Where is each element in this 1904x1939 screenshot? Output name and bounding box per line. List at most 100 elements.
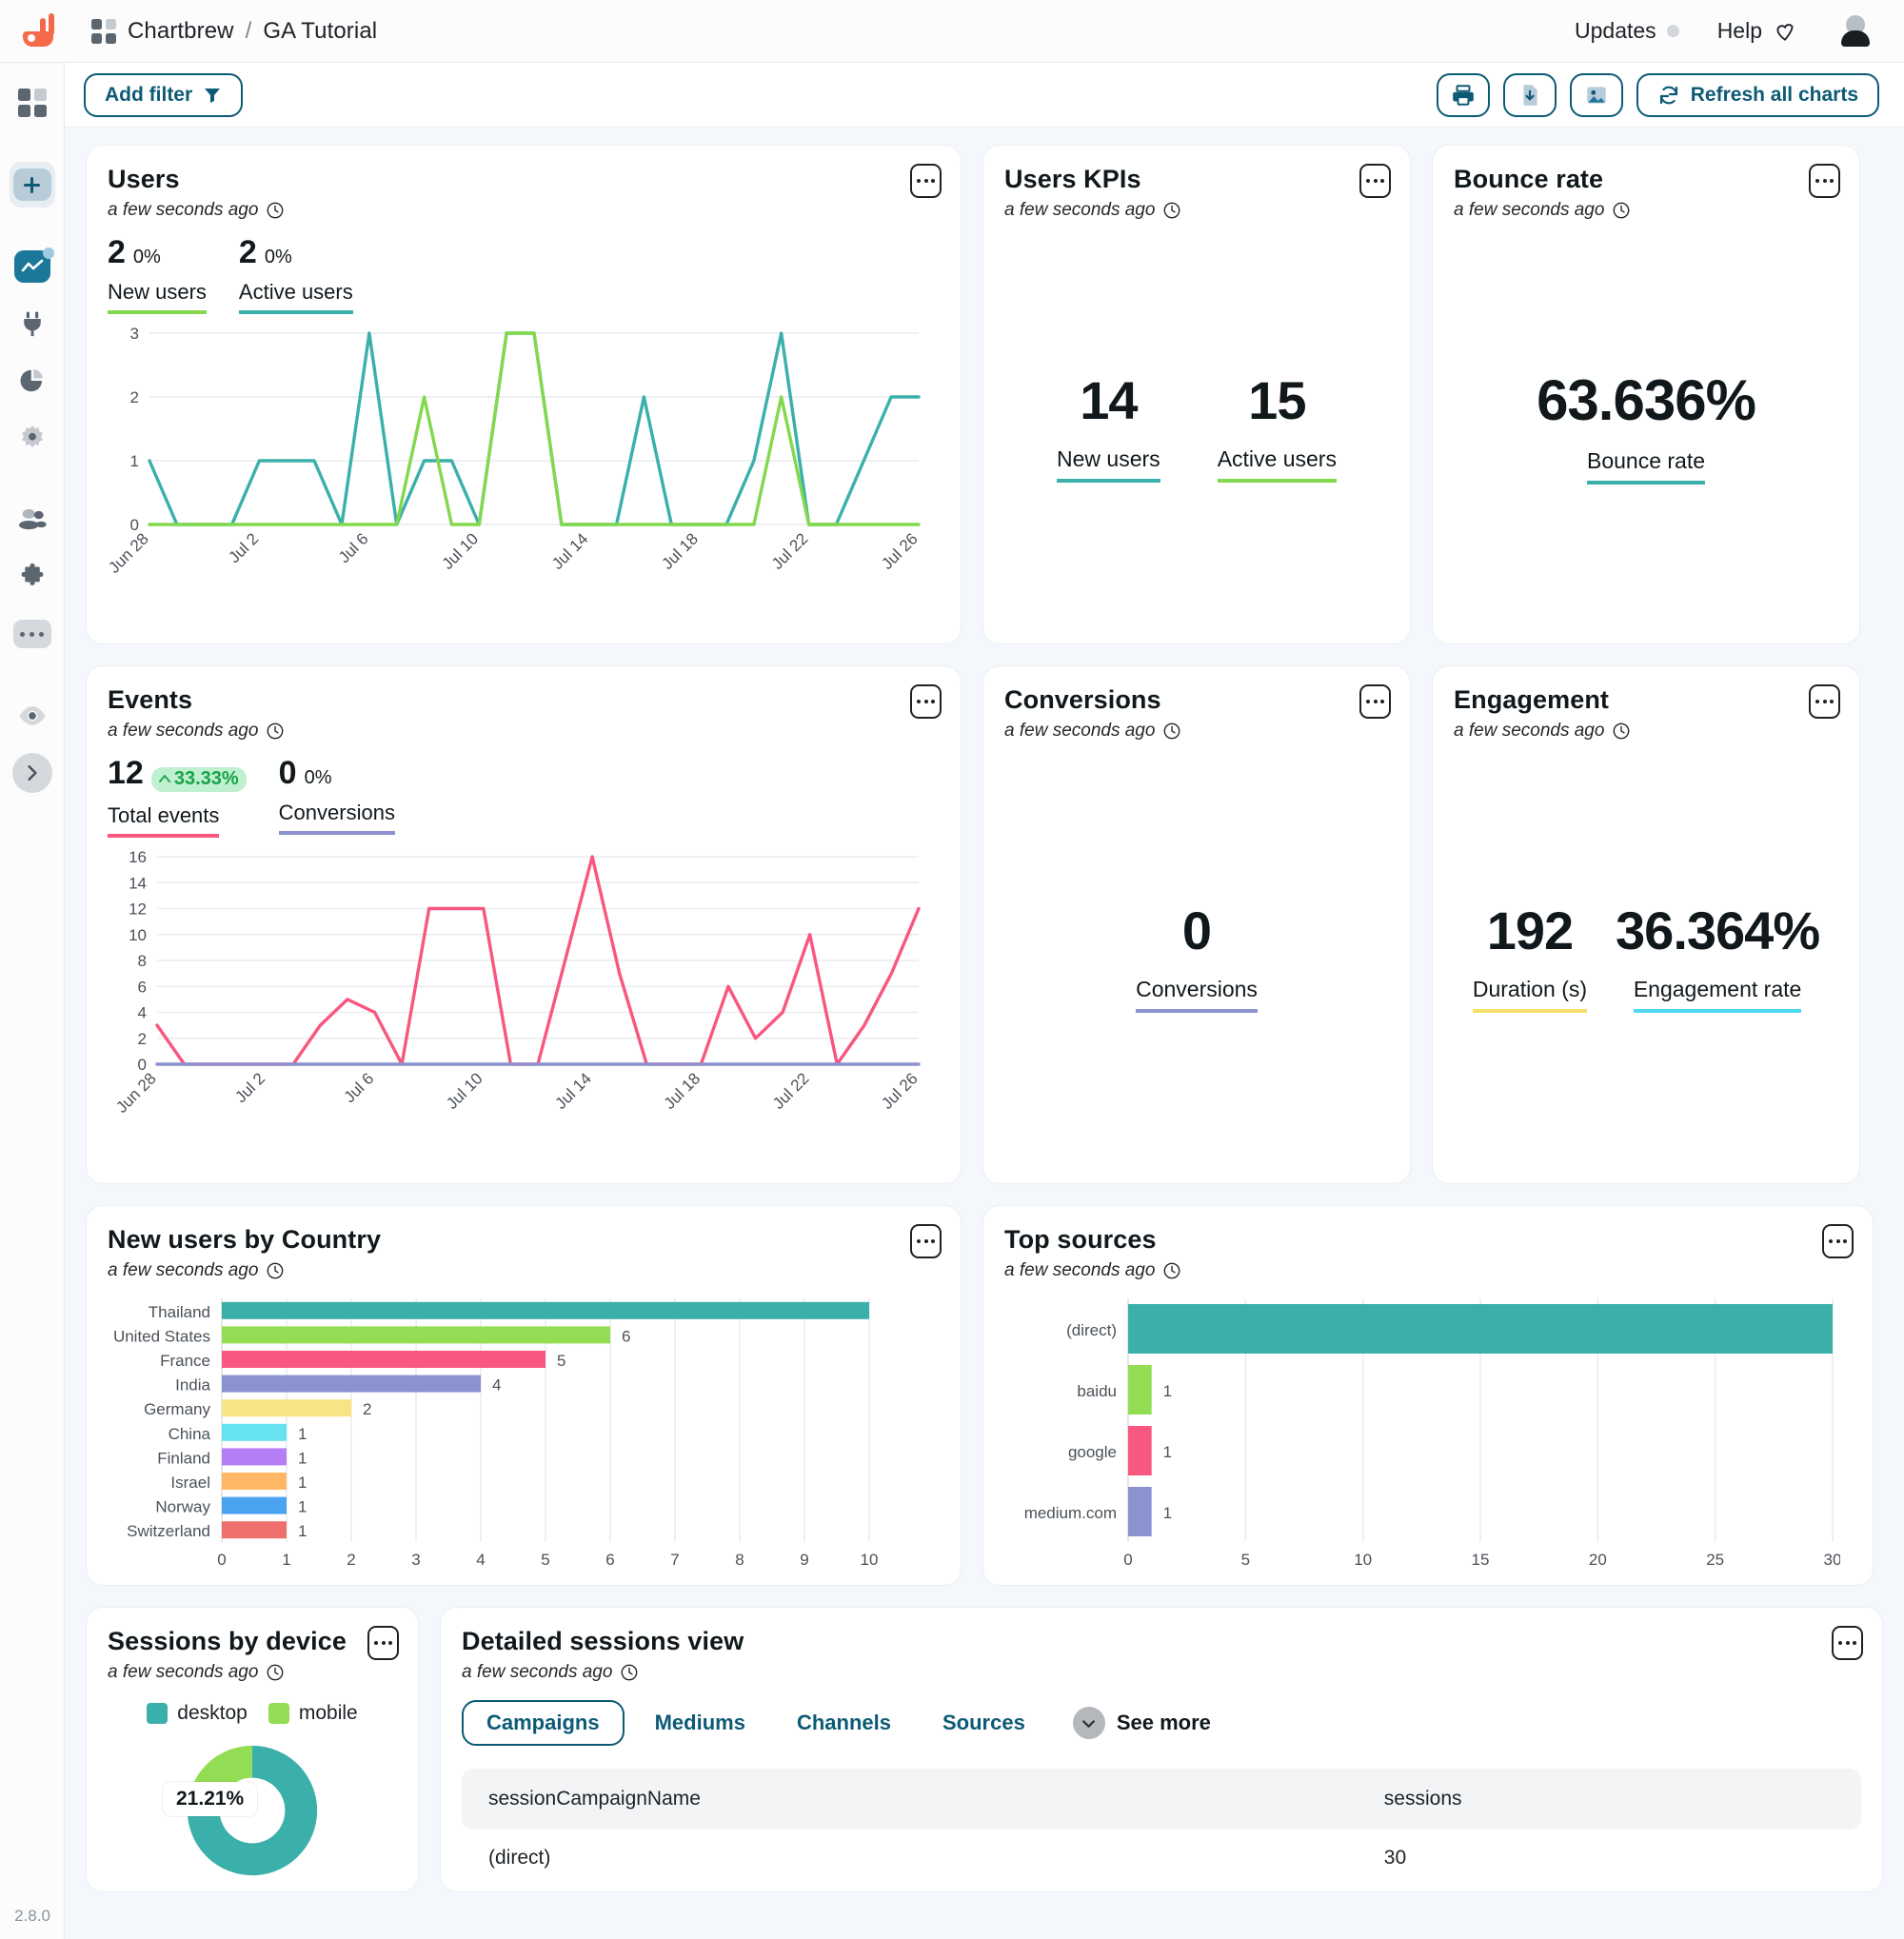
card-menu-button[interactable] xyxy=(367,1626,399,1660)
card-menu-button[interactable] xyxy=(910,684,942,719)
card-timestamp: a few seconds ago xyxy=(1004,721,1389,742)
users-line-chart[interactable]: 0123Jun 28Jul 2Jul 6Jul 10Jul 14Jul 18Ju… xyxy=(108,326,940,592)
updates-link[interactable]: Updates xyxy=(1575,18,1679,44)
card-menu-button[interactable] xyxy=(1832,1626,1863,1660)
sidebar-item-charts[interactable] xyxy=(10,244,55,289)
tab-campaigns[interactable]: Campaigns xyxy=(462,1700,625,1746)
expand-chevron-icon xyxy=(12,753,52,793)
country-bar-chart[interactable]: 012345678910ThailandUnited States6France… xyxy=(108,1293,940,1579)
kpi-bounce-rate[interactable]: 63.636% Bounce rate xyxy=(1537,367,1755,485)
sessions-tabs: Campaigns Mediums Channels Sources See m… xyxy=(462,1700,1861,1746)
svg-text:15: 15 xyxy=(1472,1551,1490,1569)
svg-text:United States: United States xyxy=(113,1327,210,1345)
column-header-sessions[interactable]: sessions xyxy=(1358,1769,1861,1830)
tab-channels[interactable]: Channels xyxy=(776,1711,912,1735)
app-shell: 2.8.0 Add filter xyxy=(0,63,1904,1939)
download-button[interactable] xyxy=(1503,73,1557,117)
card-timestamp: a few seconds ago xyxy=(108,721,940,742)
svg-text:Jul 10: Jul 10 xyxy=(439,529,483,573)
add-filter-button[interactable]: Add filter xyxy=(84,73,243,117)
sidebar-item-integrations[interactable] xyxy=(10,554,55,600)
card-menu-button[interactable] xyxy=(1809,164,1840,198)
tab-mediums[interactable]: Mediums xyxy=(634,1711,766,1735)
svg-text:France: France xyxy=(160,1352,210,1370)
legend-item-desktop[interactable]: desktop xyxy=(147,1702,248,1725)
svg-text:1: 1 xyxy=(298,1425,307,1443)
svg-text:3: 3 xyxy=(411,1551,420,1569)
card-menu-button[interactable] xyxy=(1822,1224,1854,1258)
legend-label: desktop xyxy=(177,1702,248,1725)
kpi-conversions[interactable]: 0 Conversions xyxy=(1136,900,1258,1013)
svg-text:10: 10 xyxy=(129,925,147,943)
sidebar-item-expand[interactable] xyxy=(10,750,55,796)
preview-eye-icon xyxy=(17,703,48,728)
svg-text:0: 0 xyxy=(217,1551,226,1569)
refresh-all-charts-button[interactable]: Refresh all charts xyxy=(1636,73,1879,117)
svg-text:Jul 14: Jul 14 xyxy=(548,529,592,573)
kpi-label: Conversions xyxy=(1136,977,1258,1013)
chevron-down-icon xyxy=(1073,1707,1105,1739)
kpi-duration[interactable]: 192 Duration (s) xyxy=(1473,900,1587,1013)
top-sources-bar-chart[interactable]: 051015202530(direct)baidu1google1medium.… xyxy=(1004,1293,1852,1579)
charts-icon xyxy=(14,250,50,283)
card-menu-button[interactable] xyxy=(910,1224,942,1258)
svg-text:Jul 2: Jul 2 xyxy=(225,529,262,566)
kpi-conversions[interactable]: 0 0% Conversions xyxy=(279,757,395,838)
breadcrumb-project[interactable]: GA Tutorial xyxy=(263,18,377,45)
dashboard-grid-icon[interactable] xyxy=(91,19,116,44)
kpi-total-events[interactable]: 12 33.33% Total events xyxy=(108,757,247,838)
kpi-engagement-rate[interactable]: 36.364% Engagement rate xyxy=(1616,900,1819,1013)
card-menu-button[interactable] xyxy=(910,164,942,198)
device-donut-chart[interactable]: 21.21% xyxy=(108,1734,397,1887)
avatar[interactable] xyxy=(1835,11,1875,51)
column-header-campaign[interactable]: sessionCampaignName xyxy=(462,1769,1358,1830)
svg-text:1: 1 xyxy=(1163,1504,1172,1522)
breadcrumb-brand[interactable]: Chartbrew xyxy=(128,18,234,45)
kpi-new-users[interactable]: 2 0% New users xyxy=(108,236,207,314)
svg-text:India: India xyxy=(175,1376,210,1395)
sidebar-item-more[interactable] xyxy=(10,611,55,657)
team-icon xyxy=(17,505,48,534)
svg-text:Jun 28: Jun 28 xyxy=(112,1069,160,1117)
svg-text:7: 7 xyxy=(670,1551,679,1569)
sidebar-item-apps-grid[interactable] xyxy=(10,80,55,126)
updates-dot-icon xyxy=(1667,25,1679,37)
chartbrew-logo-icon[interactable] xyxy=(21,10,63,52)
card-users-kpis: Users KPIs a few seconds ago 14 New user… xyxy=(982,145,1411,644)
clock-icon xyxy=(1162,201,1181,220)
page-title: Engagement xyxy=(1454,685,1838,715)
sidebar-item-settings[interactable] xyxy=(10,415,55,461)
card-menu-button[interactable] xyxy=(1809,684,1840,719)
kpi-value: 2 xyxy=(239,236,257,268)
svg-text:1: 1 xyxy=(298,1474,307,1492)
table-header-row: sessionCampaignName sessions xyxy=(462,1769,1861,1830)
card-menu-button[interactable] xyxy=(1359,684,1391,719)
tab-sources[interactable]: Sources xyxy=(922,1711,1046,1735)
see-more-button[interactable]: See more xyxy=(1073,1707,1211,1739)
legend-item-mobile[interactable]: mobile xyxy=(268,1702,358,1725)
table-row[interactable]: (direct) 30 xyxy=(462,1830,1861,1887)
print-button[interactable] xyxy=(1437,73,1490,117)
sidebar-item-preview[interactable] xyxy=(10,693,55,739)
sidebar-item-pie-chart[interactable] xyxy=(10,358,55,404)
dashboard-row-2: Events a few seconds ago 12 33.33% xyxy=(86,665,1883,1184)
events-line-chart[interactable]: 0246810121416Jun 28Jul 2Jul 6Jul 10Jul 1… xyxy=(108,849,940,1132)
help-link[interactable]: Help xyxy=(1717,18,1797,44)
svg-text:4: 4 xyxy=(476,1551,485,1569)
sidebar-item-add[interactable] xyxy=(10,162,55,208)
sessions-table: sessionCampaignName sessions (direct) 30 xyxy=(462,1769,1861,1887)
add-icon xyxy=(13,168,51,201)
kpi-active-users[interactable]: 2 0% Active users xyxy=(239,236,353,314)
kpi-new-users[interactable]: 14 New users xyxy=(1057,369,1160,483)
kpi-active-users[interactable]: 15 Active users xyxy=(1218,369,1337,483)
card-detailed-sessions-view: Detailed sessions view a few seconds ago… xyxy=(440,1607,1883,1892)
sidebar-item-team[interactable] xyxy=(10,497,55,543)
sidebar-item-connections[interactable] xyxy=(10,301,55,346)
card-menu-button[interactable] xyxy=(1359,164,1391,198)
snapshot-image-button[interactable] xyxy=(1570,73,1623,117)
svg-text:1: 1 xyxy=(1163,1443,1172,1461)
conversions-value: 0 Conversions xyxy=(1004,742,1389,1170)
pie-chart-icon xyxy=(18,366,47,395)
legend-label: mobile xyxy=(299,1702,358,1725)
svg-text:2: 2 xyxy=(130,388,139,406)
